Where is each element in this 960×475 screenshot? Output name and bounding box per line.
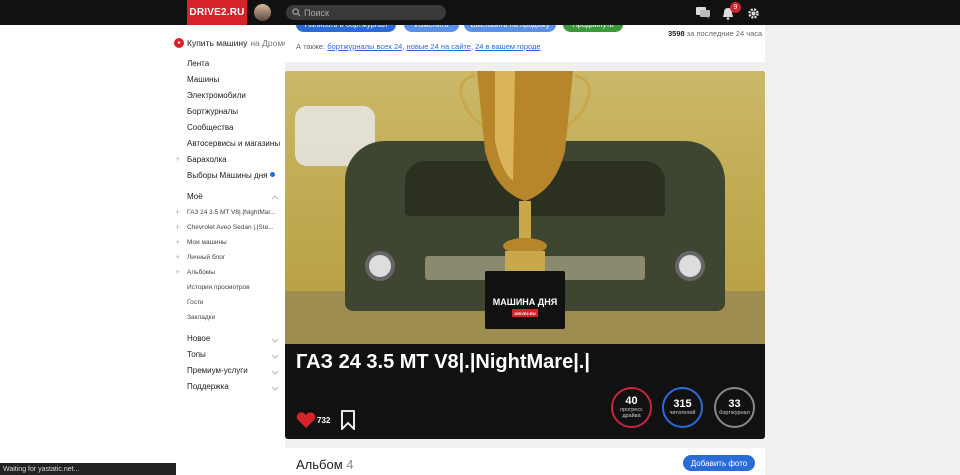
heart-icon[interactable] [296, 411, 316, 429]
site-logo[interactable]: DRIVE2.RU [187, 0, 247, 25]
drive-progress-stat[interactable]: 40 прогресс драйва [611, 387, 652, 428]
buy-car-suffix: на Дроме [250, 38, 288, 48]
drive-progress-value: 40 [625, 395, 638, 407]
likes-count: 732 [317, 416, 331, 425]
link-new-on-site[interactable]: новые 24 на сайте [407, 42, 471, 51]
sidebar-item-logbooks[interactable]: Бортжурналы [187, 107, 238, 116]
section-new[interactable]: Новое [187, 334, 210, 343]
chevron-down-icon[interactable] [271, 368, 279, 376]
album-count: 4 [346, 457, 354, 472]
section-tops[interactable]: Топы [187, 350, 206, 359]
expand-plus-icon[interactable]: + [175, 223, 180, 232]
top-bar [0, 0, 960, 25]
chevron-up-icon[interactable] [271, 193, 279, 201]
readers-value: 315 [673, 398, 692, 410]
section-premium[interactable]: Премиум-услуги [187, 366, 248, 375]
logbook-value: 33 [728, 398, 741, 410]
views-stat: 3598 за последние 24 часа [668, 29, 762, 38]
sidebar-item-bookmarks[interactable]: Закладки [187, 314, 215, 321]
sidebar-item-communities[interactable]: Сообщества [187, 123, 233, 132]
sidebar-item-albums[interactable]: Альбомы [187, 269, 215, 276]
sidebar-item-history[interactable]: История просмотров [187, 284, 250, 291]
views-label: за последние 24 часа [686, 29, 763, 38]
readers-label: читателей [669, 410, 696, 416]
sidebar-item-electric[interactable]: Электромобили [187, 91, 246, 100]
browser-status-bar: Waiting for yastatic.net... [0, 463, 176, 475]
drive-progress-label: прогресс драйва [620, 407, 643, 419]
bookmark-icon[interactable] [340, 410, 356, 430]
search-placeholder: Поиск [304, 7, 329, 18]
gear-icon[interactable] [745, 5, 761, 21]
link-in-city[interactable]: 24 в вашем городе [475, 42, 540, 51]
expand-plus-icon[interactable]: + [175, 208, 180, 217]
new-dot-icon [270, 172, 276, 177]
sidebar-item-guests[interactable]: Гости [187, 299, 204, 306]
car-of-day-label: Выборы Машины дня [187, 171, 268, 180]
car-photo[interactable]: МАШИНА ДНЯ DRIVE2.RU [285, 71, 765, 344]
also-prefix: А также: [296, 42, 326, 51]
buy-car-link[interactable]: ● Купить машину на Дроме [174, 38, 288, 48]
chevron-down-icon[interactable] [271, 336, 279, 344]
section-my[interactable]: Моё [187, 192, 203, 201]
chevron-down-icon[interactable] [271, 352, 279, 360]
drom-icon: ● [174, 38, 184, 48]
search-input[interactable]: Поиск [286, 5, 446, 20]
car-of-day-badge-title: МАШИНА ДНЯ [492, 297, 558, 307]
notifications-badge: 9 [730, 2, 741, 13]
car-hero-card: МАШИНА ДНЯ DRIVE2.RU [285, 71, 765, 439]
section-support[interactable]: Поддержка [187, 382, 229, 391]
user-avatar[interactable] [254, 4, 271, 21]
sidebar-item-my-car-1[interactable]: ГАЗ 24 3.5 MT V8|.|NightMar... [187, 209, 276, 216]
views-value: 3598 [668, 29, 685, 38]
buy-car-label: Купить машину [187, 38, 248, 48]
also-links: А также: бортжурналы всех 24, новые 24 н… [296, 42, 541, 51]
readers-stat[interactable]: 315 читателей [662, 387, 703, 428]
headlight-right [675, 251, 705, 281]
chevron-down-icon[interactable] [271, 384, 279, 392]
album-title-label: Альбом [296, 457, 343, 472]
sidebar-item-my-car-2[interactable]: Chevrolet Aveo Sedan |.|Ste... [187, 224, 274, 231]
logbook-label: бортжурнал [719, 410, 750, 416]
car-of-day-badge-logo: DRIVE2.RU [512, 309, 538, 317]
album-title[interactable]: Альбом 4 [296, 457, 354, 472]
logbook-stat[interactable]: 33 бортжурнал [714, 387, 755, 428]
expand-plus-icon[interactable]: + [175, 268, 180, 277]
sidebar-item-services[interactable]: Автосервисы и магазины [187, 139, 280, 148]
expand-plus-icon[interactable]: + [175, 238, 180, 247]
expand-plus-icon[interactable]: + [175, 155, 180, 164]
sidebar-item-market[interactable]: Барахолка [187, 155, 227, 164]
sidebar-item-blog[interactable]: Личный блог [187, 254, 225, 261]
sidebar-item-car-of-day[interactable]: Выборы Машины дня [187, 171, 276, 180]
search-icon [292, 8, 301, 17]
sidebar-item-feed[interactable]: Лента [187, 59, 209, 68]
headlight-left [365, 251, 395, 281]
messages-icon[interactable] [695, 5, 711, 21]
car-title: ГАЗ 24 3.5 MT V8|.|NightMare|.| [296, 351, 590, 373]
expand-plus-icon[interactable]: + [175, 253, 180, 262]
add-photo-button[interactable]: Добавить фото [683, 455, 755, 471]
sidebar-item-my-cars[interactable]: Мои машины [187, 239, 227, 246]
link-all-logbooks[interactable]: бортжурналы всех 24 [327, 42, 402, 51]
sidebar-item-cars[interactable]: Машины [187, 75, 219, 84]
